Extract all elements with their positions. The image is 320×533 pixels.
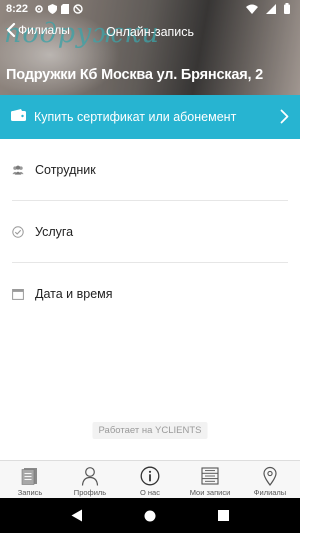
back-icon[interactable] xyxy=(67,506,87,526)
app-bar: Филиалы Онлайн-запись xyxy=(0,17,300,49)
calendar-icon xyxy=(12,288,24,300)
profile-icon xyxy=(79,465,101,487)
status-time: 8:22 xyxy=(6,2,29,15)
booking-icon xyxy=(19,465,41,487)
back-label: Филиалы xyxy=(18,23,70,37)
nav-label-branches: Филиалы xyxy=(253,488,287,497)
signal-icon xyxy=(266,3,276,14)
nav-item-about[interactable]: О нас xyxy=(120,461,180,498)
buy-certificate-button[interactable]: Купить сертификат или абонемент xyxy=(0,95,300,139)
chevron-left-icon xyxy=(6,23,16,37)
branch-name: Подружки Кб Москва ул. Брянская, 2 xyxy=(6,67,264,83)
nav-label-profile: Профиль xyxy=(73,488,107,497)
nav-item-booking[interactable]: Запись xyxy=(0,461,60,498)
back-to-branches-button[interactable]: Филиалы xyxy=(6,23,70,37)
chevron-right-icon xyxy=(280,109,289,124)
nav-item-my-bookings[interactable]: Мои записи xyxy=(180,461,240,498)
sd-card-icon xyxy=(61,3,70,14)
nav-item-profile[interactable]: Профиль xyxy=(60,461,120,498)
step-datetime-label: Дата и время xyxy=(35,286,113,301)
status-bar: 8:22 xyxy=(0,0,300,17)
list-icon xyxy=(199,465,221,487)
recents-icon[interactable] xyxy=(213,506,233,526)
step-datetime[interactable]: Дата и время xyxy=(0,263,300,324)
nav-label-my-bookings: Мои записи xyxy=(189,488,231,497)
info-icon xyxy=(139,465,161,487)
step-service[interactable]: Услуга xyxy=(0,201,300,262)
home-icon[interactable] xyxy=(140,506,160,526)
wifi-icon xyxy=(246,4,258,14)
bottom-nav: Запись Профиль О нас Мои записи Филиалы xyxy=(0,460,300,498)
certificate-label: Купить сертификат или абонемент xyxy=(34,110,237,124)
step-staff-label: Сотрудник xyxy=(35,162,96,177)
powered-by-badge[interactable]: Работает на YCLIENTS xyxy=(92,422,208,439)
shield-icon xyxy=(48,3,58,14)
nav-item-branches[interactable]: Филиалы xyxy=(240,461,300,498)
wallet-icon xyxy=(11,108,26,126)
staff-icon xyxy=(12,164,24,176)
system-nav-bar xyxy=(0,498,300,533)
step-staff[interactable]: Сотрудник xyxy=(0,139,300,200)
nav-label-about: О нас xyxy=(140,488,160,497)
location-icon xyxy=(259,465,281,487)
booking-steps: Сотрудник Услуга Дата и время xyxy=(0,139,300,324)
blocked-icon xyxy=(73,3,83,14)
settings-icon xyxy=(34,4,44,14)
step-service-label: Услуга xyxy=(35,224,74,239)
battery-icon xyxy=(284,3,290,14)
check-circle-icon xyxy=(12,225,24,238)
nav-label-booking: Запись xyxy=(17,488,43,497)
